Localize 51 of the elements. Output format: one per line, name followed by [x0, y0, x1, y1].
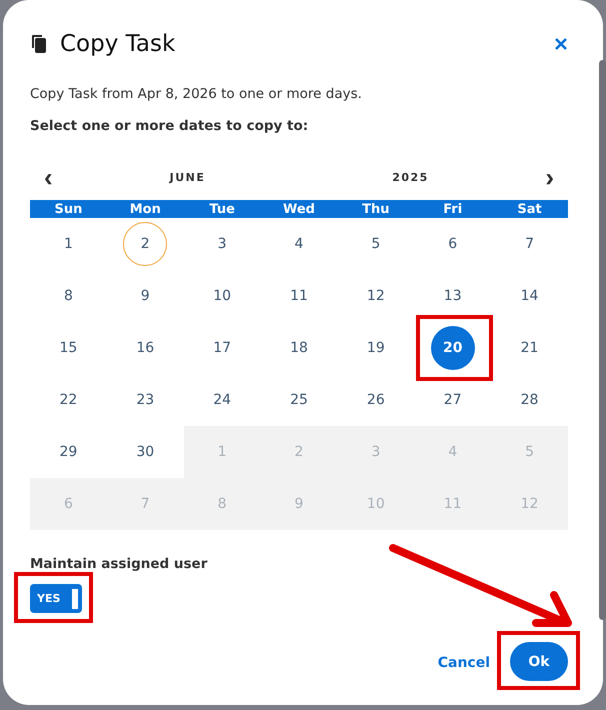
- calendar-day[interactable]: 1: [46, 222, 90, 266]
- maintain-user-label: Maintain assigned user: [30, 556, 208, 572]
- ok-button[interactable]: Ok: [510, 642, 568, 681]
- calendar-day[interactable]: 21: [508, 326, 552, 370]
- calendar-day[interactable]: 23: [123, 378, 168, 422]
- description-text: Copy Task from Apr 8, 2026 to one or more days.: [30, 86, 363, 102]
- weekday-label: Tue: [208, 202, 236, 216]
- dialog-title: Copy Task: [60, 31, 176, 57]
- calendar-day[interactable]: 27: [430, 378, 475, 422]
- next-month-button[interactable]: ›: [531, 164, 568, 190]
- calendar-day[interactable]: 29: [46, 430, 90, 474]
- calendar-day[interactable]: 2: [123, 222, 168, 266]
- calendar-day[interactable]: 11: [276, 274, 321, 318]
- weekday-label: Sat: [516, 202, 543, 216]
- copy-icon: [30, 34, 48, 54]
- calendar-day[interactable]: 16: [123, 326, 168, 370]
- calendar-day[interactable]: 24: [200, 378, 244, 422]
- calendar-day[interactable]: 14: [508, 274, 552, 318]
- prompt-text: Select one or more dates to copy to:: [30, 118, 310, 134]
- calendar-day[interactable]: 28: [508, 378, 552, 422]
- year-label: 2025: [392, 170, 429, 184]
- weekday-label: Fri: [442, 202, 464, 216]
- calendar-day[interactable]: 19: [354, 326, 398, 370]
- close-button[interactable]: [554, 37, 568, 51]
- calendar-day[interactable]: 22: [46, 378, 90, 422]
- calendar-day[interactable]: 4: [276, 222, 321, 266]
- calendar-day[interactable]: 25: [276, 378, 321, 422]
- weekday-label: Sun: [53, 202, 84, 216]
- calendar-day[interactable]: 13: [430, 274, 475, 318]
- calendar-day[interactable]: 5: [354, 222, 398, 266]
- scrollbar[interactable]: [599, 60, 606, 620]
- calendar-day[interactable]: 7: [508, 222, 552, 266]
- cancel-button[interactable]: Cancel: [438, 655, 490, 671]
- calendar-day[interactable]: 10: [200, 274, 244, 318]
- calendar-day[interactable]: 6: [430, 222, 475, 266]
- calendar-day[interactable]: 15: [46, 326, 90, 370]
- weekday-label: Mon: [128, 202, 162, 216]
- weekday-label: Thu: [361, 202, 391, 216]
- calendar-day[interactable]: 12: [354, 274, 398, 318]
- calendar-day[interactable]: 17: [200, 326, 244, 370]
- month-label: JUNE: [170, 170, 206, 184]
- calendar-day[interactable]: 18: [276, 326, 321, 370]
- yes-toggle[interactable]: YES: [30, 584, 82, 613]
- calendar-day[interactable]: 26: [354, 378, 398, 422]
- calendar-day[interactable]: 9: [123, 274, 168, 318]
- weekday-label: Wed: [282, 202, 316, 216]
- calendar-day[interactable]: 3: [200, 222, 244, 266]
- calendar-day[interactable]: 8: [46, 274, 90, 318]
- previous-month-button[interactable]: ‹: [30, 164, 67, 190]
- calendar-day[interactable]: 30: [123, 430, 168, 474]
- calendar-day[interactable]: 20: [430, 326, 475, 370]
